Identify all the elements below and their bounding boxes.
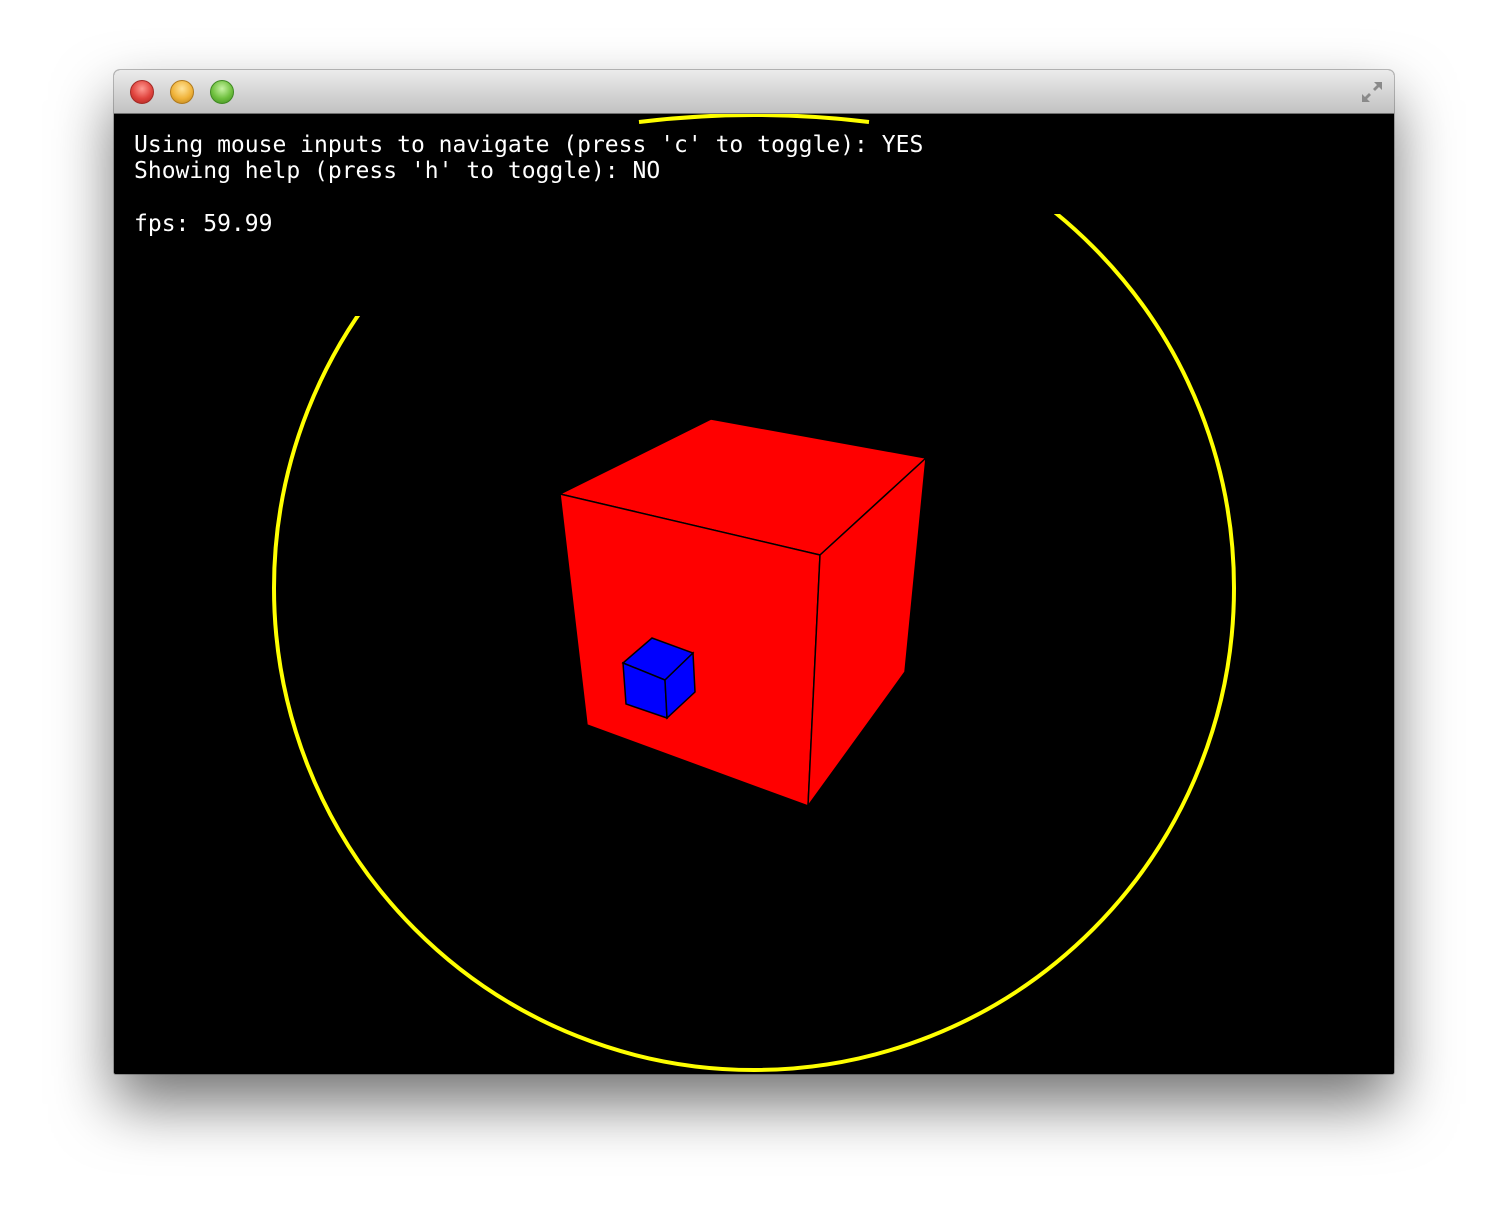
title-bar[interactable] <box>114 70 1394 114</box>
hud-occluder-mid <box>424 214 1054 272</box>
hud-help-status: Showing help (press 'h' to toggle): NO <box>134 158 661 184</box>
zoom-icon[interactable] <box>210 80 234 104</box>
close-icon[interactable] <box>130 80 154 104</box>
scene-canvas <box>114 114 1394 1072</box>
render-viewport[interactable]: Using mouse inputs to navigate (press 'c… <box>114 114 1394 1074</box>
hud-fps: fps: 59.99 <box>134 211 273 237</box>
hud-mouse-status: Using mouse inputs to navigate (press 'c… <box>134 132 924 158</box>
app-window: Using mouse inputs to navigate (press 'c… <box>114 70 1394 1074</box>
minimize-icon[interactable] <box>170 80 194 104</box>
large-cube <box>557 418 928 809</box>
fullscreen-icon[interactable] <box>1358 78 1386 106</box>
